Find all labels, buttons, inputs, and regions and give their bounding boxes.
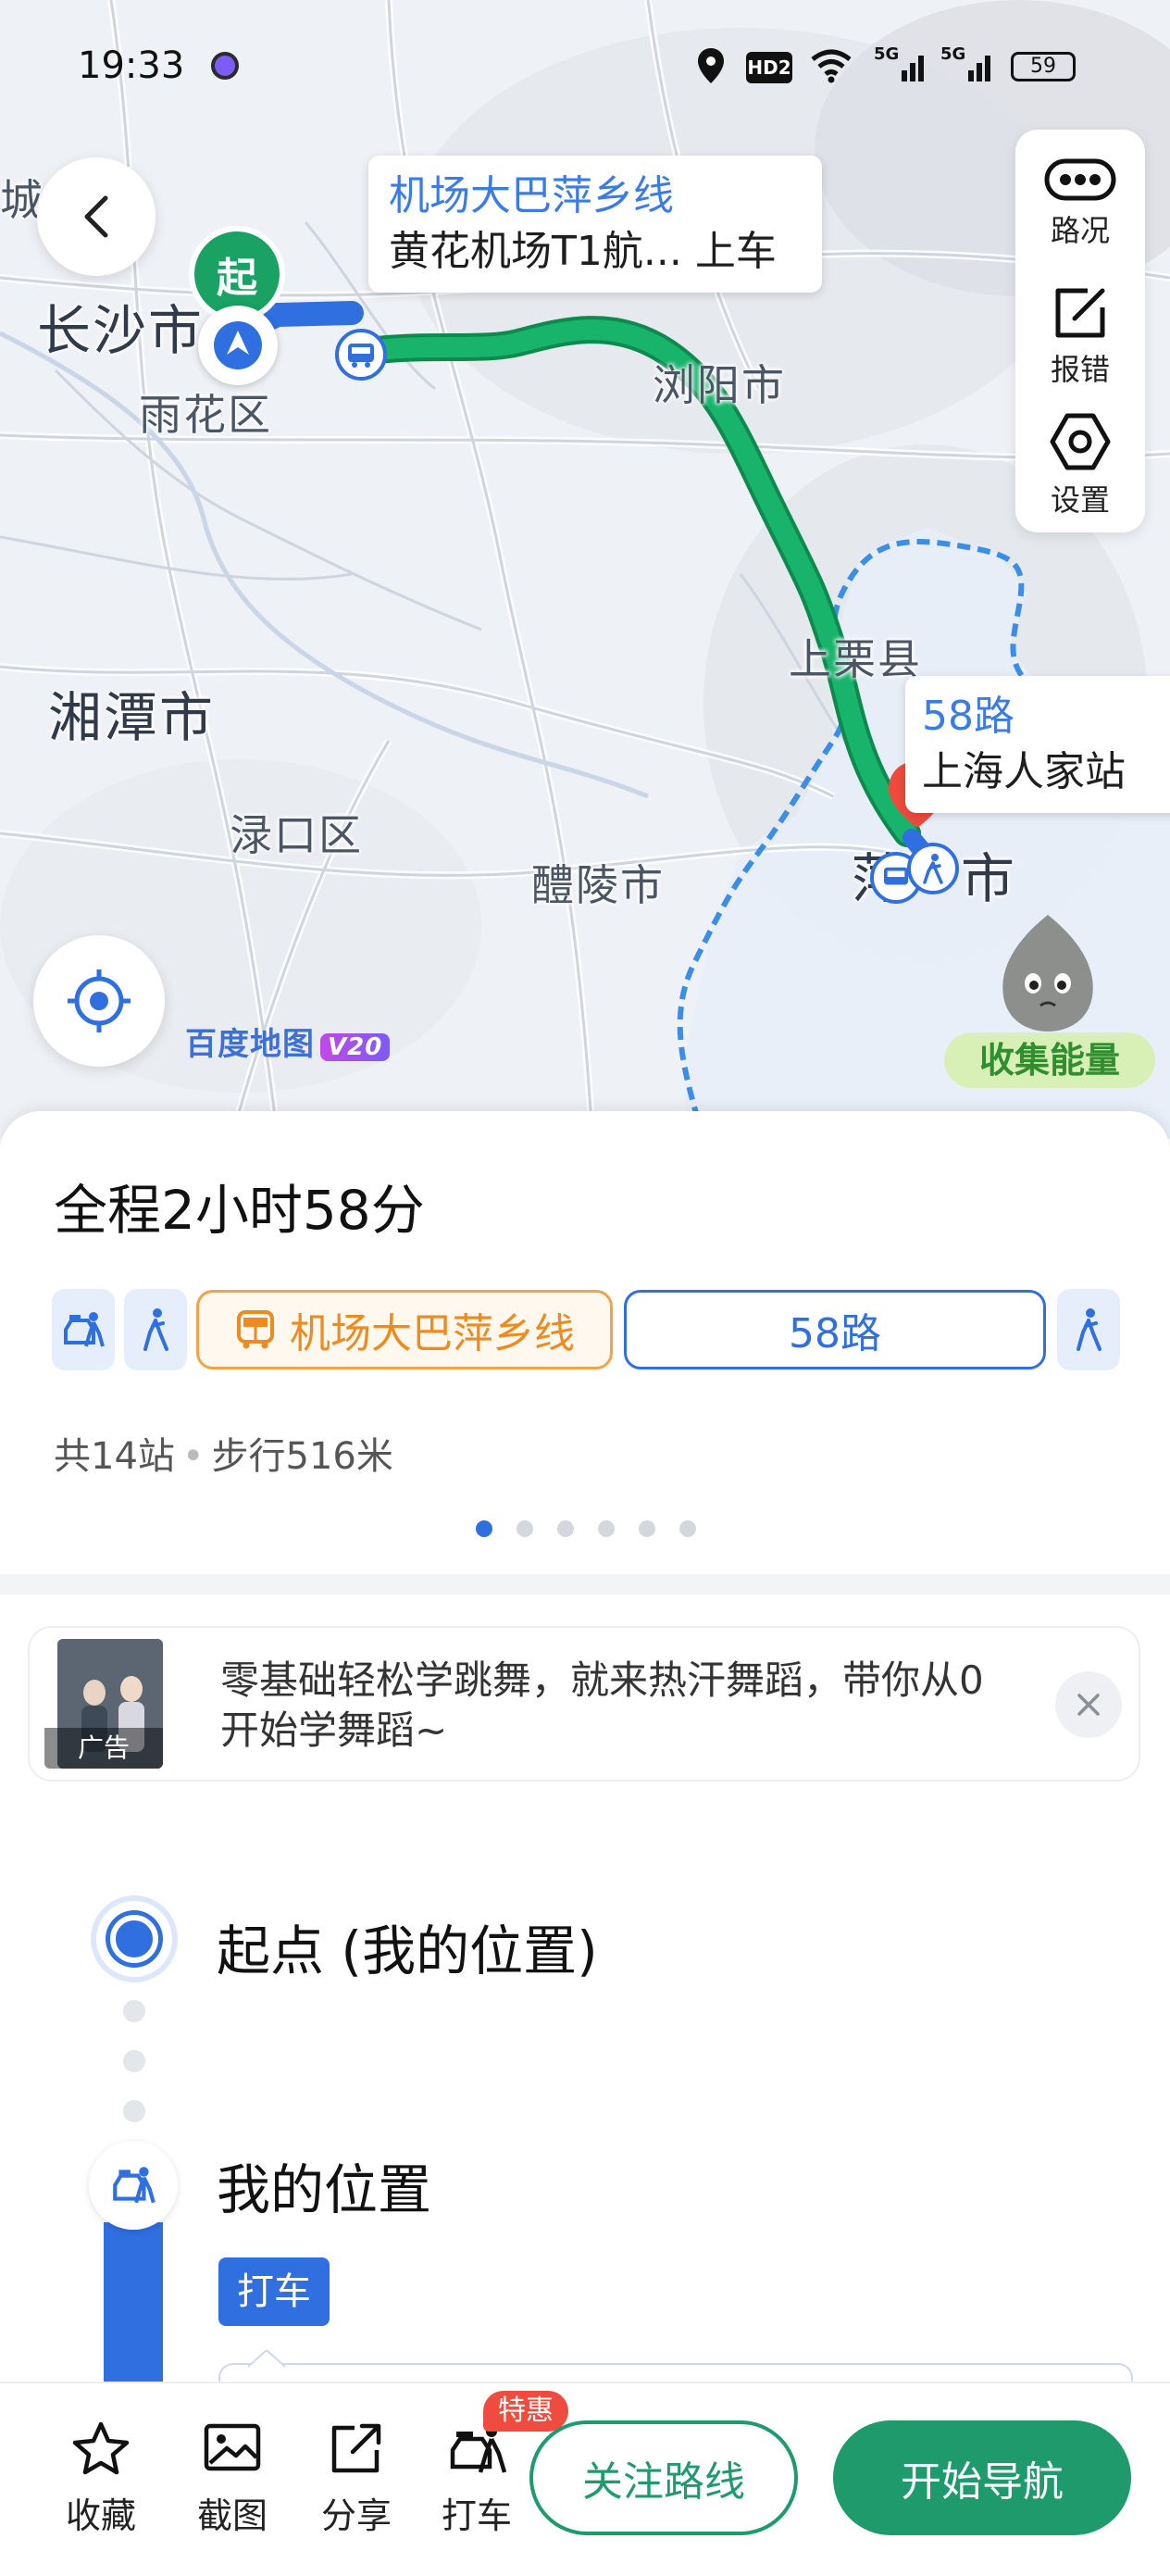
- crosshair-icon: [68, 969, 131, 1032]
- callout-bus-stop: 黄花机场T1航... 上车: [389, 228, 777, 275]
- favorite-label: 收藏: [65, 2495, 136, 2536]
- screenshot-button[interactable]: 截图: [172, 2420, 292, 2538]
- status-time: 19:33: [78, 44, 185, 87]
- star-icon: [72, 2421, 130, 2475]
- follow-route-button[interactable]: 关注路线: [529, 2420, 798, 2535]
- pager-dot-active[interactable]: [476, 1520, 492, 1537]
- share-button[interactable]: 分享: [296, 2420, 417, 2538]
- route-pager[interactable]: [0, 1520, 1170, 1539]
- hd-badge: HD2: [746, 52, 792, 83]
- settings-label: 设置: [1050, 482, 1110, 518]
- chevron-left-icon: [84, 195, 108, 238]
- pager-dot[interactable]: [517, 1520, 533, 1537]
- segment-walk-2[interactable]: [1057, 1289, 1120, 1370]
- signal-5g-1-icon: 5G: [874, 44, 929, 85]
- total-time: 全程2小时58分: [54, 1179, 425, 1242]
- map-label-shi: 市: [961, 847, 1017, 910]
- taxi-icon: [113, 2167, 156, 2204]
- timeline-dot: [123, 2000, 145, 2022]
- bus-icon: [237, 1310, 274, 1349]
- collect-energy-button[interactable]: 收集能量: [944, 1032, 1155, 1088]
- status-bar: 19:33 HD2 5G 5G 59: [0, 0, 1170, 130]
- back-button[interactable]: [37, 157, 156, 276]
- route-58-callout[interactable]: 58路 上海人家站: [905, 676, 1170, 813]
- close-icon: [1077, 1694, 1100, 1716]
- taxi-button[interactable]: 打车: [417, 2420, 537, 2538]
- pager-dot[interactable]: [557, 1520, 574, 1537]
- callout-58-stop: 上海人家站: [922, 748, 1126, 795]
- taxi-discount-badge: 特惠: [483, 2391, 568, 2432]
- pager-dot[interactable]: [639, 1520, 655, 1537]
- section-divider: [0, 1574, 1170, 1594]
- ad-text[interactable]: 零基础轻松学跳舞，就来热汗舞蹈，带你从0开始学舞蹈~: [220, 1656, 1016, 1756]
- notification-app-icon: [211, 52, 239, 80]
- share-icon: [331, 2423, 381, 2473]
- taxi-icon: [64, 1312, 105, 1347]
- walk-end-icon[interactable]: [907, 843, 959, 894]
- map-logo: 百度地图 V20: [185, 1019, 391, 1064]
- pager-dot[interactable]: [598, 1520, 615, 1537]
- start-navigation-button[interactable]: 开始导航: [833, 2420, 1131, 2535]
- taxi-label: 打车: [441, 2495, 512, 2536]
- map-label-shangli: 上栗县: [789, 634, 922, 684]
- map-label-liling: 醴陵市: [531, 860, 665, 910]
- segment-bus-58[interactable]: 58路: [624, 1290, 1046, 1369]
- ad-tag: 广告: [44, 1728, 163, 1769]
- segment-walk-1[interactable]: [124, 1289, 187, 1370]
- route-detail-sheet[interactable]: 全程2小时58分 机场大巴萍乡线 58路 共14站 • 步行516米 广告 零基础轻…: [0, 1111, 1170, 2420]
- screenshot-label: 截图: [196, 2495, 268, 2536]
- my-position-label: 我的位置: [217, 2158, 432, 2221]
- timeline-segment-bar: [104, 2222, 163, 2407]
- map-label-xiangtan: 湘潭市: [48, 686, 216, 749]
- location-icon: [696, 46, 726, 89]
- segment-bus-airport-label: 机场大巴萍乡线: [290, 1310, 575, 1357]
- callout-58-line: 58路: [922, 693, 1014, 740]
- callout-bus-line: 机场大巴萍乡线: [389, 172, 674, 219]
- traffic-label: 路况: [1050, 213, 1110, 248]
- energy-mascot-icon[interactable]: [983, 907, 1113, 1037]
- stop-count: 共14站: [54, 1435, 175, 1478]
- segment-bus-58-label: 58路: [789, 1310, 881, 1357]
- pager-dot[interactable]: [679, 1520, 696, 1537]
- traffic-button[interactable]: 路况: [1015, 157, 1145, 287]
- start-point-marker: [96, 1901, 172, 1977]
- settings-icon: [1050, 413, 1111, 470]
- timeline-dot: [123, 2050, 145, 2072]
- report-error-button[interactable]: 报错: [1015, 285, 1145, 415]
- map-label-yuhua: 雨花区: [139, 390, 272, 440]
- locate-me-button[interactable]: [33, 935, 165, 1067]
- walk-distance: 步行516米: [211, 1435, 393, 1478]
- screenshot-icon: [204, 2423, 261, 2471]
- start-point-label[interactable]: 起点 (我的位置): [217, 1907, 598, 1985]
- share-label: 分享: [320, 2495, 392, 2536]
- map-label-lukou: 渌口区: [230, 810, 363, 860]
- walk-icon: [1077, 1308, 1102, 1351]
- battery-indicator: 59: [1011, 52, 1076, 81]
- map-view[interactable]: 城 长沙市 雨花区 浏阳市 上栗县 湘潭市 渌口区 醴陵市 萍 市 起 机场大巴…: [0, 0, 1170, 1139]
- report-error-icon: [1055, 288, 1105, 338]
- traffic-icon: [1044, 158, 1116, 201]
- bus-line-callout[interactable]: 机场大巴萍乡线 黄花机场T1航... 上车: [368, 156, 822, 293]
- timeline-dot: [123, 2100, 145, 2122]
- segment-bus-airport[interactable]: 机场大巴萍乡线: [196, 1290, 613, 1369]
- map-label-liuyang: 浏阳市: [653, 360, 786, 410]
- taxi-step-node: [89, 2141, 178, 2230]
- ad-close-button[interactable]: [1055, 1671, 1122, 1738]
- walk-icon: [143, 1308, 168, 1351]
- settings-button[interactable]: 设置: [1015, 412, 1145, 542]
- signal-5g-2-icon: 5G: [940, 44, 996, 85]
- route-meta: 共14站 • 步行516米: [54, 1435, 393, 1478]
- report-error-label: 报错: [1050, 352, 1110, 387]
- taxi-chip-button[interactable]: 打车: [218, 2257, 330, 2326]
- map-tool-panel: 路况 报错 设置: [1015, 130, 1145, 532]
- segment-taxi[interactable]: [52, 1289, 115, 1370]
- map-version-badge: V20: [320, 1033, 391, 1061]
- favorite-button[interactable]: 收藏: [41, 2420, 161, 2538]
- current-location-arrow-icon: [198, 306, 278, 385]
- bus-stop-icon[interactable]: [335, 329, 387, 381]
- wifi-icon: [809, 48, 853, 87]
- map-label-changsha: 长沙市: [37, 299, 205, 362]
